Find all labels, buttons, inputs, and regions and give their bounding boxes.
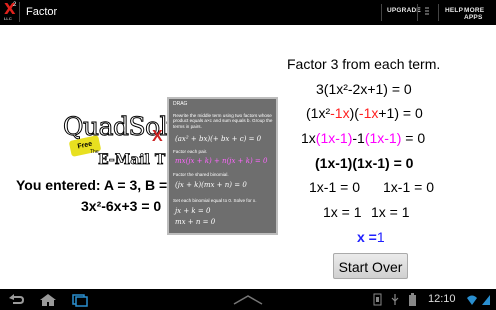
signal-icon (482, 295, 490, 305)
solution-line-2-part: )( (349, 105, 359, 121)
ad-email-text: E-Mail T (98, 152, 166, 169)
solution-line-2-part: (1x² (306, 105, 331, 121)
solution-line-3-part: 1x (301, 130, 316, 146)
drag-step-1: Rewrite the middle term using two factor… (173, 113, 273, 129)
system-clock: 12:10 (428, 293, 456, 305)
app-logo-superscript: 2 (13, 2, 17, 8)
solution-answer: x =1 (357, 229, 385, 245)
keyboard-handle-icon[interactable] (230, 292, 266, 307)
solution-line-2-red: -1x (330, 105, 350, 121)
divider (438, 4, 439, 21)
wifi-icon (467, 295, 477, 305)
solution-line-4: (1x-1)(1x-1) = 0 (315, 155, 414, 171)
start-over-button[interactable]: Start Over (333, 253, 408, 279)
back-icon[interactable] (6, 292, 26, 307)
drag-panel-title[interactable]: DRAG (173, 101, 187, 107)
solution-line-2: (1x²-1x)(-1x+1) = 0 (306, 105, 423, 121)
battery-icon (409, 293, 416, 306)
solution-line-2-part: +1) = 0 (378, 105, 423, 121)
divider (381, 4, 382, 21)
solution-line-1: 3(1x²-2x+1) = 0 (316, 81, 412, 97)
overflow-menu-icon[interactable] (425, 6, 431, 17)
solution-line-5a: 1x-1 = 0 (309, 179, 360, 195)
entered-coefficients: You entered: A = 3, B = (16, 177, 168, 193)
solution-line-3-magenta: (1x-1) (364, 130, 402, 146)
recent-apps-icon[interactable] (70, 292, 90, 307)
drag-step-2: Factor each pair. (173, 149, 208, 154)
solution-line-5b: 1x-1 = 0 (383, 179, 434, 195)
solution-line-3-magenta: (1x-1) (315, 130, 353, 146)
solution-line-6a: 1x = 1 (323, 204, 362, 220)
drag-math-4: jx + k = 0 (175, 207, 211, 215)
solution-line-3-part: -1 (352, 130, 365, 146)
answer-label: x = (357, 229, 377, 245)
answer-value: 1 (376, 229, 385, 245)
ad-logo: QuadSolv (63, 112, 182, 142)
system-nav-bar: 12:10 (0, 289, 496, 310)
upgrade-button[interactable]: UPGRADE (387, 7, 421, 14)
usb-icon (391, 294, 399, 305)
drag-step-3: Factor the shared binomial. (173, 172, 229, 177)
notification-icon (373, 293, 382, 306)
drag-math-1: (ax² + bx)(+ bx + c) = 0 (175, 135, 262, 143)
app-logo-caption: LLC (4, 16, 12, 21)
drag-math-2: mx(jx + k) + n(jx + k) = 0 (175, 157, 268, 165)
solution-line-3: 1x(1x-1)-1(1x-1) = 0 (301, 130, 425, 146)
entered-equation: 3x²-6x+3 = 0 (81, 198, 162, 214)
more-apps-button[interactable]: MORE APPS (464, 7, 496, 21)
solution-heading: Factor 3 from each term. (287, 56, 441, 72)
help-button[interactable]: HELP (445, 7, 463, 14)
solution-line-3-part: = 0 (401, 130, 426, 146)
solution-line-2-red: -1x (358, 105, 379, 121)
home-icon[interactable] (38, 292, 58, 307)
drag-help-panel[interactable]: DRAG Rewrite the middle term using two f… (167, 97, 278, 235)
app-logo: X 2 LLC (3, 0, 20, 22)
ad-close-icon[interactable]: X (152, 128, 163, 146)
solution-line-6b: 1x = 1 (371, 204, 410, 220)
divider (417, 4, 418, 21)
drag-math-3: (jx + k)(mx + n) = 0 (175, 181, 247, 189)
app-title: Factor (26, 6, 58, 18)
action-bar: X 2 LLC Factor UPGRADE HELP MORE APPS (0, 0, 496, 25)
drag-math-5: mx + n = 0 (175, 218, 216, 226)
drag-step-4: Set each binomial equal to 0. Solve for … (173, 198, 257, 203)
